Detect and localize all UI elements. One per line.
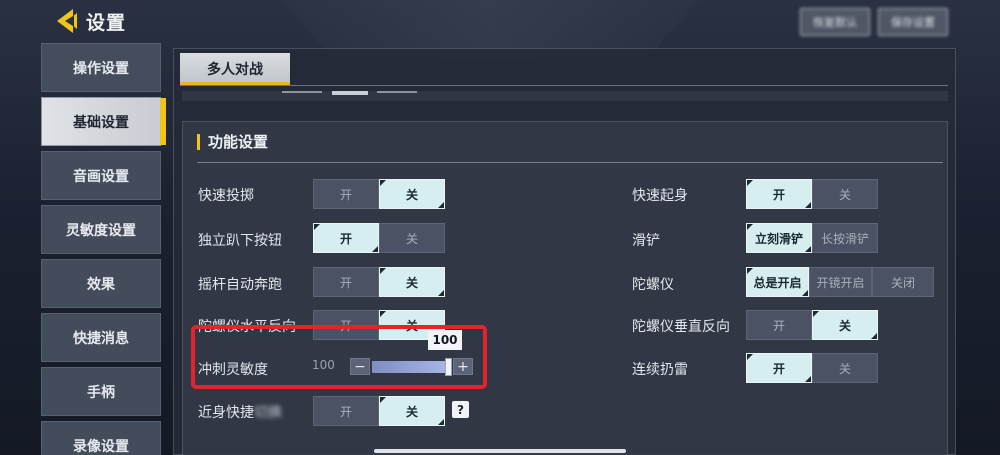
option-off[interactable]: 关 bbox=[812, 310, 878, 340]
option-off[interactable]: 关 bbox=[812, 353, 878, 383]
home-indicator bbox=[374, 449, 626, 453]
toggle-slide: 立刻滑铲 长按滑铲 bbox=[746, 223, 878, 253]
setting-label-melee-quick: 近身快捷切换 bbox=[198, 405, 282, 421]
section-title: 功能设置 bbox=[197, 134, 268, 150]
toggle-gyroscope: 总是开启 开镜开启 关闭 bbox=[746, 267, 934, 297]
setting-label-auto-run: 摇杆自动奔跑 bbox=[198, 277, 282, 293]
toggle-gyro-vertical-invert: 开 关 bbox=[746, 310, 878, 340]
option-off[interactable]: 关 bbox=[379, 267, 445, 297]
setting-label-quick-throw: 快速投掷 bbox=[198, 188, 254, 204]
toggle-quick-stand: 开 关 bbox=[746, 179, 878, 209]
toggle-melee-quick: 开 关 bbox=[313, 396, 445, 426]
sidebar-item-operation[interactable]: 操作设置 bbox=[41, 43, 161, 92]
help-icon[interactable]: ? bbox=[452, 401, 469, 418]
sidebar-item-gamepad[interactable]: 手柄 bbox=[41, 367, 161, 416]
option-on[interactable]: 开 bbox=[313, 267, 379, 297]
option-off[interactable]: 关闭 bbox=[872, 267, 934, 297]
option-on[interactable]: 开 bbox=[746, 353, 812, 383]
option-hold-slide[interactable]: 长按滑铲 bbox=[812, 223, 878, 253]
option-instant-slide[interactable]: 立刻滑铲 bbox=[746, 223, 812, 253]
top-right-buttons: 恢复默认 保存设置 bbox=[800, 8, 948, 36]
setting-label-quick-stand: 快速起身 bbox=[632, 188, 688, 204]
toggle-prone-button: 开 关 bbox=[313, 223, 445, 253]
page-title: 设置 bbox=[86, 12, 127, 34]
option-on[interactable]: 开 bbox=[313, 223, 379, 253]
setting-label-slide: 滑铲 bbox=[632, 233, 660, 249]
option-off[interactable]: 关 bbox=[379, 396, 445, 426]
sidebar-item-sensitivity[interactable]: 灵敏度设置 bbox=[41, 205, 161, 254]
option-on[interactable]: 开 bbox=[746, 310, 812, 340]
back-arrow-icon bbox=[57, 9, 77, 33]
sidebar-item-audio-video[interactable]: 音画设置 bbox=[41, 151, 161, 200]
back-button[interactable] bbox=[52, 6, 80, 36]
option-off[interactable]: 关 bbox=[379, 223, 445, 253]
toggle-auto-run: 开 关 bbox=[313, 267, 445, 297]
setting-label-continuous-grenade: 连续扔雷 bbox=[632, 362, 688, 378]
setting-label-gyroscope: 陀螺仪 bbox=[632, 277, 674, 293]
option-on[interactable]: 开 bbox=[746, 179, 812, 209]
section-divider bbox=[197, 162, 943, 163]
blurred-text: 切换 bbox=[254, 405, 282, 421]
sidebar-item-quick-messages[interactable]: 快捷消息 bbox=[41, 313, 161, 362]
setting-label-prone-button: 独立趴下按钮 bbox=[198, 233, 282, 249]
setting-label-gyro-vertical-invert: 陀螺仪垂直反向 bbox=[632, 319, 730, 335]
option-on[interactable]: 开 bbox=[313, 179, 379, 209]
highlight-box bbox=[191, 325, 487, 389]
sidebar-item-basic[interactable]: 基础设置 bbox=[41, 97, 166, 146]
option-on[interactable]: 开 bbox=[313, 396, 379, 426]
option-off[interactable]: 关 bbox=[379, 179, 445, 209]
toggle-quick-throw: 开 关 bbox=[313, 179, 445, 209]
save-settings-button[interactable]: 保存设置 bbox=[878, 8, 948, 36]
option-scope-on[interactable]: 开镜开启 bbox=[809, 267, 872, 297]
sidebar: 操作设置 基础设置 音画设置 灵敏度设置 效果 快捷消息 手柄 录像设置 bbox=[41, 43, 166, 455]
tab-divider bbox=[180, 85, 948, 86]
reset-default-button[interactable]: 恢复默认 bbox=[800, 8, 870, 36]
option-always-on[interactable]: 总是开启 bbox=[746, 267, 809, 297]
toggle-continuous-grenade: 开 关 bbox=[746, 353, 878, 383]
sidebar-item-recording[interactable]: 录像设置 bbox=[41, 421, 161, 455]
scroll-indicator[interactable] bbox=[182, 91, 948, 101]
sidebar-item-effects[interactable]: 效果 bbox=[41, 259, 161, 308]
option-off[interactable]: 关 bbox=[812, 179, 878, 209]
tab-multiplayer[interactable]: 多人对战 bbox=[180, 53, 290, 85]
